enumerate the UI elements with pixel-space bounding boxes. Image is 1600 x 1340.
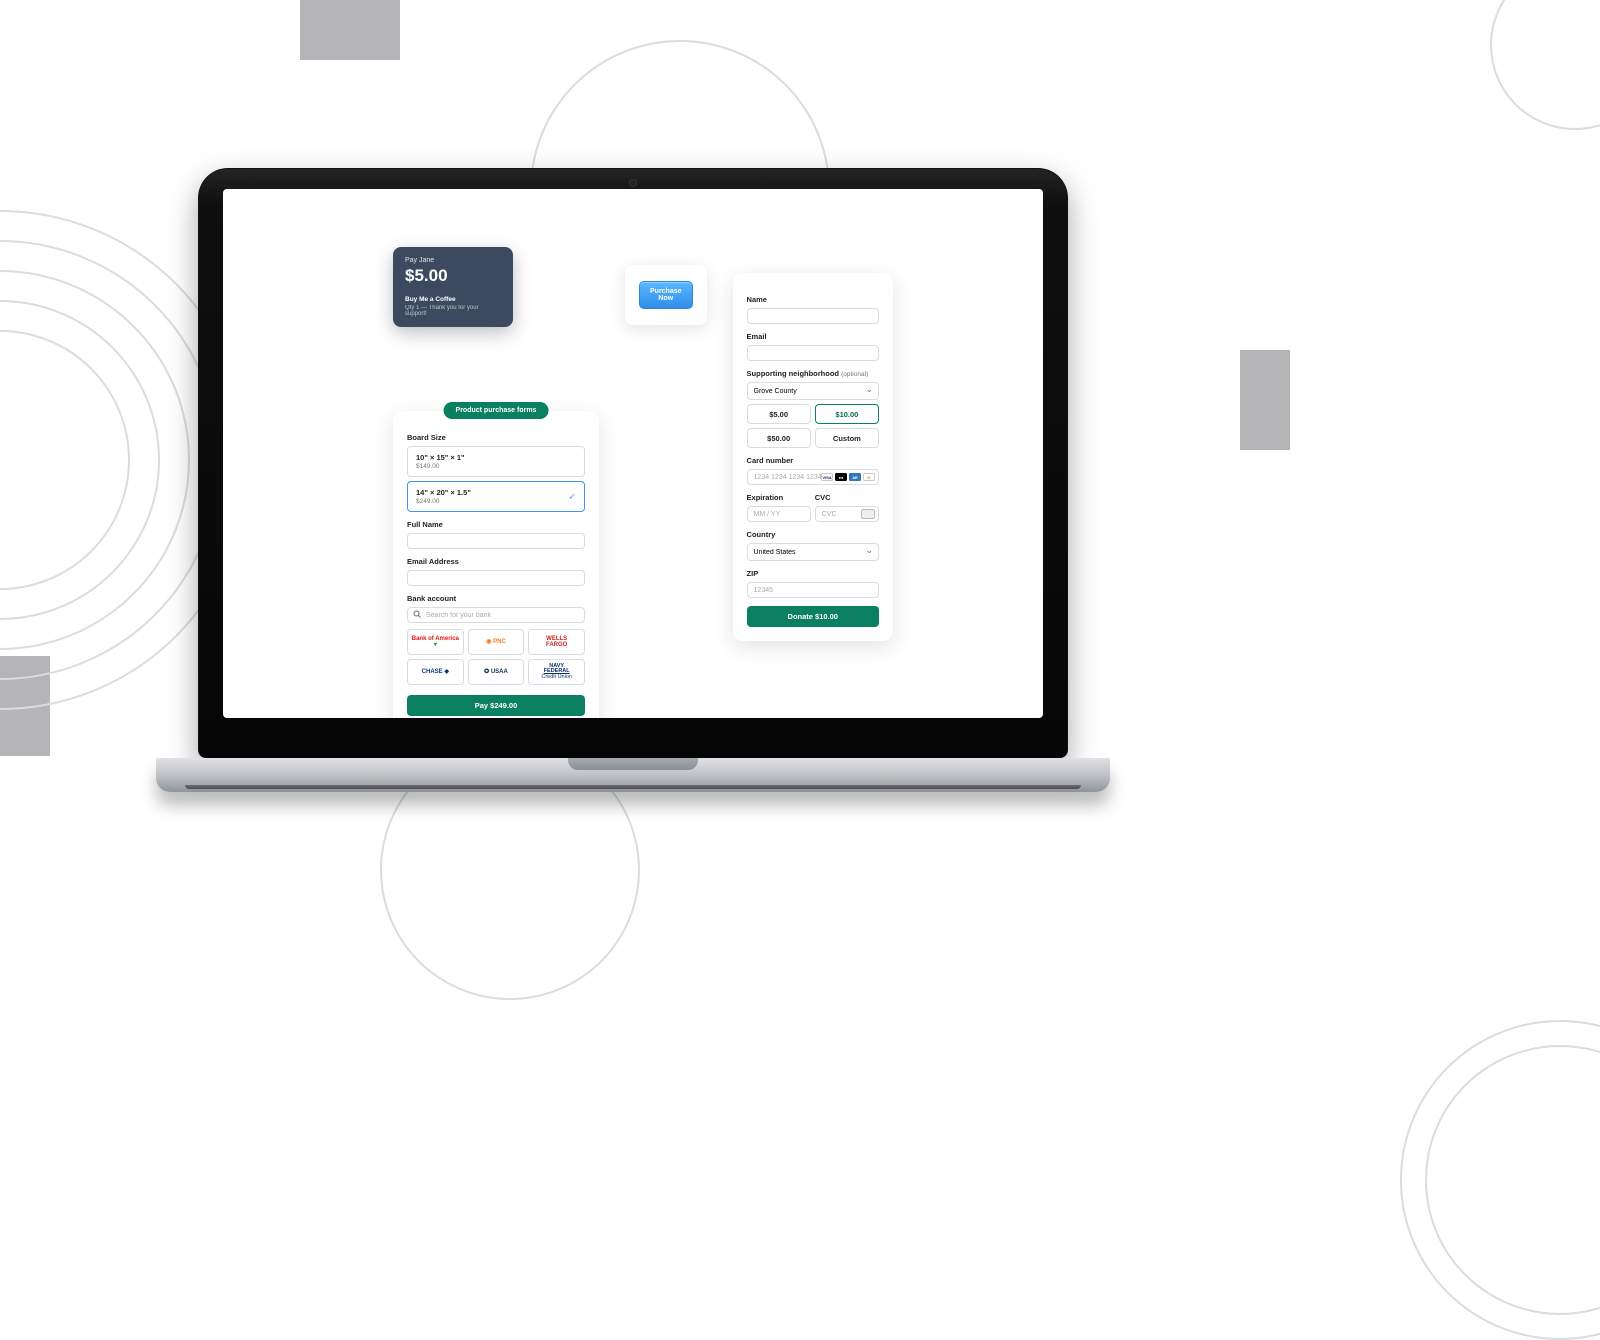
zip-label: ZIP [747, 569, 879, 578]
search-icon [413, 610, 421, 620]
pay-amount: $5.00 [405, 266, 501, 286]
donate-email-label: Email [747, 332, 879, 341]
donate-button[interactable]: Donate $10.00 [747, 606, 879, 627]
exp-input[interactable] [747, 506, 811, 522]
section-pill: Product purchase forms [444, 402, 549, 419]
laptop-base [156, 758, 1110, 792]
exp-label: Expiration [747, 493, 811, 502]
country-label: Country [747, 530, 879, 539]
bank-boa[interactable]: Bank of America▾ [407, 629, 464, 655]
deco-circle [1490, 0, 1600, 130]
bank-pnc[interactable]: ◉ PNC [468, 629, 525, 655]
board-size-label: Board Size [407, 433, 585, 442]
amount-custom[interactable]: Custom [815, 428, 879, 448]
bank-navyfederal[interactable]: NAVYFEDERALCredit Union [528, 659, 585, 685]
card-brand-icons: VISA ●● AE D [821, 473, 875, 481]
cvc-label: CVC [815, 493, 879, 502]
pay-summary-card: Pay Jane $5.00 Buy Me a Coffee Qty 1 — T… [393, 247, 513, 327]
name-input[interactable] [747, 308, 879, 324]
full-name-input[interactable] [407, 533, 585, 549]
product-form-card: Product purchase forms Board Size 10" × … [393, 411, 599, 718]
mastercard-icon: ●● [835, 473, 847, 481]
email-input[interactable] [407, 570, 585, 586]
amount-5[interactable]: $5.00 [747, 404, 811, 424]
amount-10[interactable]: $10.00 [815, 404, 879, 424]
bank-wellsfargo[interactable]: WELLSFARGO [528, 629, 585, 655]
donate-email-input[interactable] [747, 345, 879, 361]
amex-icon: AE [849, 473, 861, 481]
bank-chase[interactable]: CHASE ◆ [407, 659, 464, 685]
bank-usaa[interactable]: ✪ USAA [468, 659, 525, 685]
deco-rect [1240, 350, 1290, 450]
zip-input[interactable] [747, 582, 879, 598]
neighborhood-select[interactable]: Grove County [747, 382, 879, 400]
card-number-label: Card number [747, 456, 879, 465]
laptop-frame: Pay Jane $5.00 Buy Me a Coffee Qty 1 — T… [198, 168, 1068, 792]
size-option-1[interactable]: 14" × 20" × 1.5" $249.00 [407, 481, 585, 512]
amount-50[interactable]: $50.00 [747, 428, 811, 448]
country-select[interactable]: United States [747, 543, 879, 561]
bank-search-input[interactable] [407, 607, 585, 623]
full-name-label: Full Name [407, 520, 585, 529]
name-label: Name [747, 295, 879, 304]
pay-recipient: Pay Jane [405, 257, 501, 264]
deco-rect [300, 0, 400, 60]
neighborhood-label: Supporting neighborhood (optional) [747, 369, 879, 378]
discover-icon: D [863, 473, 875, 481]
pay-button[interactable]: Pay $249.00 [407, 695, 585, 716]
donate-form-card: Name Email Supporting neighborhood (opti… [733, 273, 893, 641]
purchase-now-button[interactable]: Purchase Now [639, 281, 693, 309]
size-option-0[interactable]: 10" × 15" × 1" $149.00 [407, 446, 585, 477]
pay-item: Buy Me a Coffee [405, 296, 501, 303]
bank-label: Bank account [407, 594, 585, 603]
cvc-input[interactable] [815, 506, 879, 522]
visa-icon: VISA [821, 473, 833, 481]
purchase-button-card: Purchase Now [625, 265, 707, 325]
pay-fine: Qty 1 — Thank you for your support! [405, 305, 501, 317]
email-label: Email Address [407, 557, 585, 566]
deco-rings [1400, 1020, 1600, 1340]
